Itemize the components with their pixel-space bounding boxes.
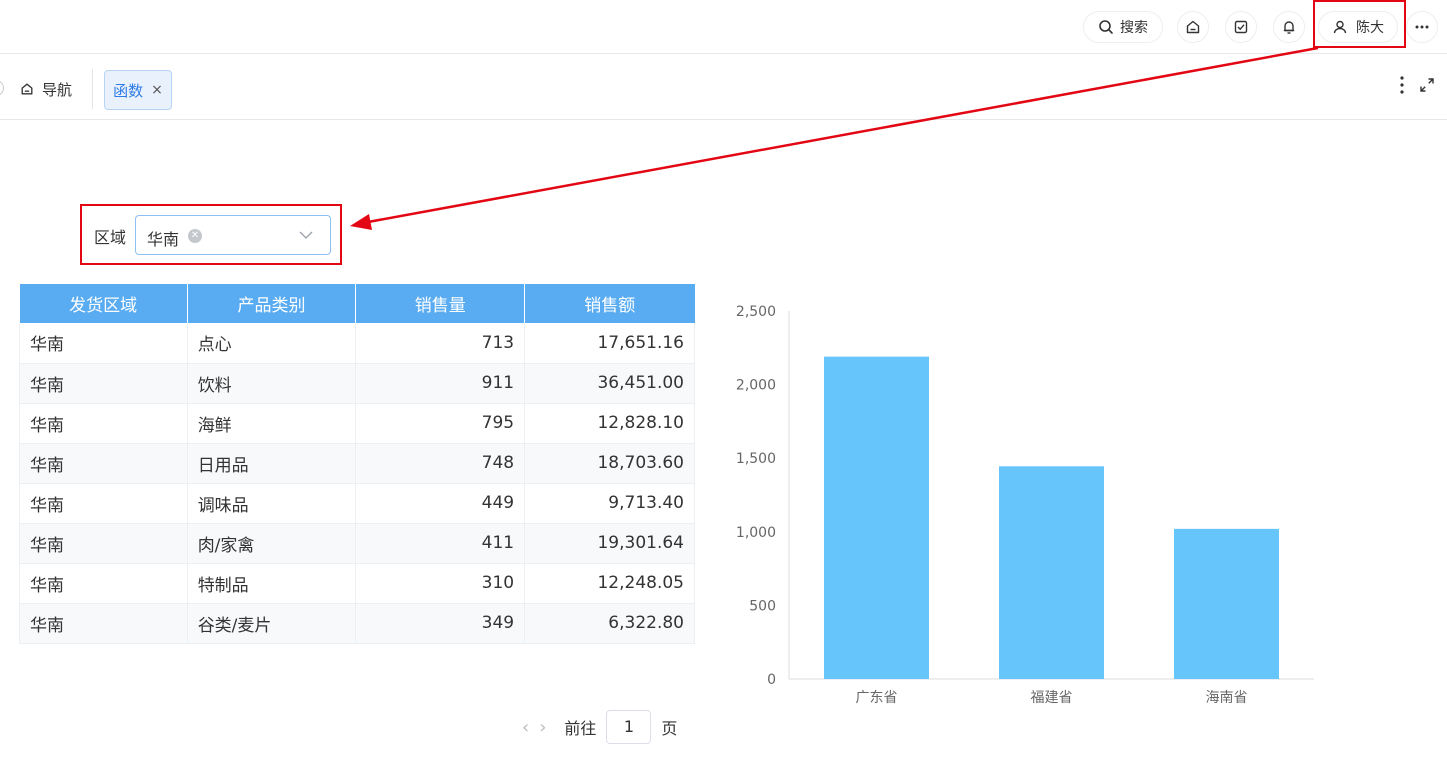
table-row[interactable]: 华南 海鲜 795 12,828.10 <box>19 403 695 444</box>
notification-button[interactable] <box>1273 11 1305 43</box>
table-cell: 谷类/麦片 <box>187 603 357 644</box>
column-header[interactable]: 产品类别 <box>187 284 357 323</box>
table-cell: 6,322.80 <box>524 603 695 644</box>
table-cell: 华南 <box>19 483 188 524</box>
table-cell: 点心 <box>187 323 357 364</box>
table-row[interactable]: 华南 谷类/麦片 349 6,322.80 <box>19 603 695 644</box>
tab-bar: 导航 函数 × <box>0 55 1447 120</box>
more-dots-icon <box>1415 25 1429 29</box>
column-header[interactable]: 发货区域 <box>19 284 188 323</box>
table-cell: 华南 <box>19 523 188 564</box>
pagination: ‹ › 前往 1 页 <box>522 710 677 744</box>
tab-divider <box>92 69 93 109</box>
annotation-box-user <box>1313 0 1406 48</box>
table-cell: 713 <box>355 323 526 364</box>
table-row[interactable]: 华南 点心 713 17,651.16 <box>19 323 695 364</box>
home-icon <box>1186 20 1200 34</box>
table-cell: 华南 <box>19 443 188 484</box>
tab-functions[interactable]: 函数 × <box>104 70 172 110</box>
table-cell: 12,248.05 <box>524 563 695 604</box>
annotation-box-filter <box>80 204 342 265</box>
table-cell: 9,713.40 <box>524 483 695 524</box>
home-icon <box>21 83 33 95</box>
bar[interactable] <box>999 466 1104 679</box>
table-row[interactable]: 华南 调味品 449 9,713.40 <box>19 483 695 524</box>
table-cell: 华南 <box>19 403 188 444</box>
table-cell: 华南 <box>19 603 188 644</box>
table-cell: 36,451.00 <box>524 363 695 404</box>
table-cell: 911 <box>355 363 526 404</box>
y-tick-label: 2,500 <box>736 304 776 320</box>
table-cell: 449 <box>355 483 526 524</box>
table-cell: 海鲜 <box>187 403 357 444</box>
table-cell: 17,651.16 <box>524 323 695 364</box>
sales-table: 发货区域 产品类别 销售量 销售额 华南 点心 713 17,651.16 华南 饮料 91… <box>19 284 695 644</box>
table-cell: 748 <box>355 443 526 484</box>
close-icon[interactable]: × <box>151 82 163 98</box>
bell-icon <box>1283 21 1295 34</box>
nav-tab[interactable]: 导航 <box>20 77 72 101</box>
table-cell: 18,703.60 <box>524 443 695 484</box>
y-tick-label: 0 <box>767 672 776 688</box>
vertical-more-icon[interactable] <box>1399 75 1405 95</box>
table-cell: 12,828.10 <box>524 403 695 444</box>
column-header[interactable]: 销售量 <box>355 284 526 323</box>
home-button[interactable] <box>1177 11 1209 43</box>
table-cell: 411 <box>355 523 526 564</box>
top-bar: 搜索 陈大 <box>0 0 1447 54</box>
table-cell: 调味品 <box>187 483 357 524</box>
table-row[interactable]: 华南 肉/家禽 411 19,301.64 <box>19 523 695 564</box>
search-label: 搜索 <box>1120 20 1148 36</box>
table-cell: 310 <box>355 563 526 604</box>
more-button[interactable] <box>1406 11 1438 43</box>
search-icon <box>1099 20 1113 34</box>
pager-suffix: 页 <box>661 719 678 738</box>
table-cell: 349 <box>355 603 526 644</box>
task-check-icon <box>1234 20 1248 34</box>
tab-functions-label: 函数 <box>113 81 144 100</box>
table-cell: 饮料 <box>187 363 357 404</box>
table-cell: 肉/家禽 <box>187 523 357 564</box>
table-row[interactable]: 华南 日用品 748 18,703.60 <box>19 443 695 484</box>
tab-tools <box>1399 75 1435 95</box>
next-page-icon[interactable]: › <box>539 717 546 738</box>
y-tick-label: 500 <box>749 598 776 614</box>
table-cell: 日用品 <box>187 443 357 484</box>
table-header-row: 发货区域 产品类别 销售量 销售额 <box>19 284 695 323</box>
collapse-handle[interactable] <box>0 80 4 96</box>
table-cell: 特制品 <box>187 563 357 604</box>
x-tick-label: 广东省 <box>856 690 898 706</box>
x-tick-label: 福建省 <box>1031 690 1073 706</box>
table-cell: 795 <box>355 403 526 444</box>
search-button[interactable]: 搜索 <box>1083 11 1163 43</box>
y-tick-label: 1,500 <box>736 451 776 467</box>
bar-chart: 0 500 1,000 1,500 2,000 2,500 广东省 福建省 海南省 <box>736 304 1314 706</box>
prev-page-icon[interactable]: ‹ <box>522 717 529 738</box>
y-tick-label: 1,000 <box>736 525 776 541</box>
pager-prefix: 前往 <box>564 719 597 738</box>
task-button[interactable] <box>1225 11 1257 43</box>
bar[interactable] <box>1174 528 1279 679</box>
nav-tab-label: 导航 <box>42 80 73 99</box>
bar[interactable] <box>824 356 929 679</box>
table-row[interactable]: 华南 饮料 911 36,451.00 <box>19 363 695 404</box>
page-input[interactable]: 1 <box>606 710 652 744</box>
table-cell: 华南 <box>19 363 188 404</box>
x-tick-label: 海南省 <box>1206 690 1248 706</box>
table-cell: 华南 <box>19 323 188 364</box>
column-header[interactable]: 销售额 <box>524 284 695 323</box>
fullscreen-icon[interactable] <box>1419 77 1435 93</box>
table-row[interactable]: 华南 特制品 310 12,248.05 <box>19 563 695 604</box>
table-cell: 华南 <box>19 563 188 604</box>
y-tick-label: 2,000 <box>736 378 776 394</box>
table-cell: 19,301.64 <box>524 523 695 564</box>
